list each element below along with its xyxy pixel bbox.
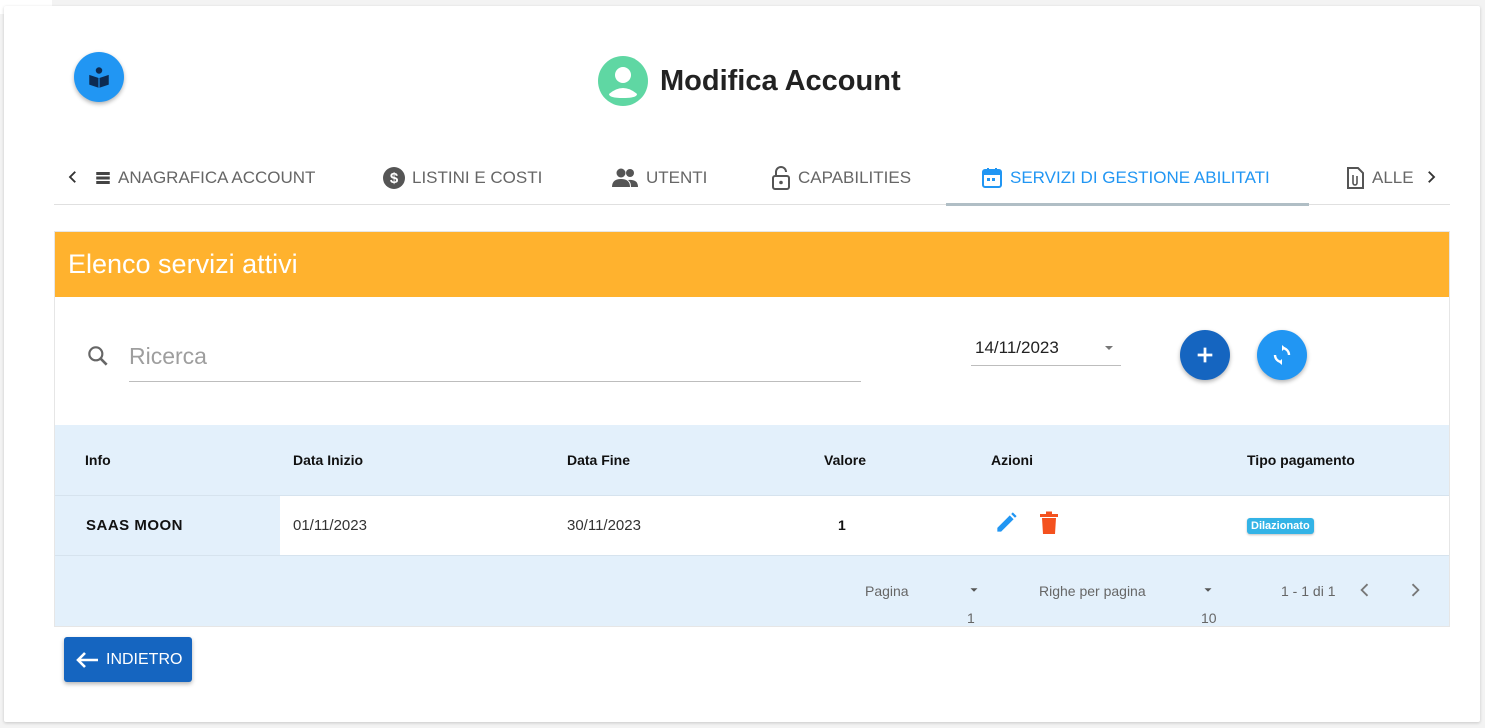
back-button[interactable]: INDIETRO [64, 637, 193, 682]
dropdown-arrow-icon [1105, 345, 1113, 350]
chevron-left-icon [68, 171, 76, 183]
cell-info: SAAS MOON [55, 495, 280, 555]
dropdown-arrow-icon [970, 588, 978, 592]
next-page-button[interactable] [1405, 580, 1425, 603]
cell-data-fine: 30/11/2023 [567, 516, 641, 534]
tab-scroll-right-button[interactable] [1418, 164, 1444, 190]
services-panel: Elenco servizi attivi 14/11/2023 [54, 231, 1450, 627]
column-header-tipo-pagamento[interactable]: Tipo pagamento [1232, 425, 1449, 495]
dollar-circle-icon: $ [383, 166, 405, 189]
tab-scroll-left-button[interactable] [60, 164, 86, 190]
date-select[interactable]: 14/11/2023 [971, 330, 1121, 366]
page-value: 1 [967, 610, 975, 626]
page-label: Pagina [865, 583, 909, 599]
edit-pencil-icon[interactable] [993, 510, 1019, 536]
section-title: Elenco servizi attivi [68, 249, 298, 279]
list-icon [96, 171, 110, 184]
arrow-left-icon [76, 651, 98, 668]
attachment-file-icon [1347, 166, 1364, 189]
table-pagination: Pagina 1 Righe per pagina 10 1 - 1 di 1 [55, 556, 1449, 626]
search-input[interactable] [129, 342, 829, 370]
chevron-right-icon [1411, 583, 1420, 597]
page-title: Modifica Account [660, 64, 901, 97]
page-select[interactable]: 1 [967, 583, 981, 626]
tab-allegati[interactable]: ALLE [1344, 150, 1418, 205]
search-icon [88, 346, 108, 366]
page-header: Modifica Account [598, 56, 901, 106]
tab-listini-e-costi[interactable]: $ LISTINI E COSTI [382, 150, 542, 205]
rows-per-page-value: 10 [1201, 610, 1217, 626]
tab-label: ANAGRAFICA ACCOUNT [118, 167, 316, 187]
tab-anagrafica-account[interactable]: ANAGRAFICA ACCOUNT [94, 150, 315, 205]
chevron-right-icon [1428, 171, 1436, 183]
column-header-data-fine[interactable]: Data Fine [554, 425, 810, 495]
book-reader-icon [89, 67, 109, 88]
tab-servizi-di-gestione-abilitati[interactable]: SERVIZI DI GESTIONE ABILITATI [980, 150, 1270, 205]
tab-label: CAPABILITIES [798, 167, 912, 187]
delete-trash-icon[interactable] [1037, 510, 1061, 536]
svg-text:$: $ [390, 170, 399, 187]
user-avatar-icon [598, 56, 648, 106]
tab-label: ALLE [1372, 167, 1414, 187]
tab-label: SERVIZI DI GESTIONE ABILITATI [1010, 167, 1270, 187]
back-button-label: INDIETRO [106, 650, 183, 668]
cell-valore: 1 [838, 517, 846, 533]
tab-utenti[interactable]: UTENTI [610, 150, 707, 205]
search-bar [85, 330, 861, 382]
rows-per-page-select[interactable]: 10 [1201, 583, 1217, 626]
chevron-left-icon [1360, 583, 1369, 597]
services-table: Info Data Inizio Data Fine Valore Azioni… [55, 425, 1449, 556]
previous-page-button[interactable] [1355, 580, 1375, 603]
payment-type-badge: Dilazionato [1247, 518, 1314, 534]
tab-label: LISTINI E COSTI [412, 167, 543, 187]
calendar-icon [982, 167, 1002, 188]
date-value: 14/11/2023 [975, 337, 1059, 357]
pagination-range: 1 - 1 di 1 [1281, 583, 1336, 599]
cell-azioni [980, 495, 1232, 555]
dropdown-arrow-icon [1204, 588, 1212, 592]
refresh-icon [1273, 345, 1291, 365]
search-underline [129, 381, 861, 382]
active-tab-indicator [946, 203, 1309, 206]
cell-data-inizio: 01/11/2023 [293, 516, 367, 534]
column-header-info[interactable]: Info [55, 425, 280, 495]
tab-bar: ANAGRAFICA ACCOUNT $ LISTINI E COSTI UTE… [54, 150, 1450, 206]
add-service-button[interactable] [1180, 330, 1230, 380]
table-row[interactable]: SAAS MOON 01/11/2023 30/11/2023 1 Dilazi… [55, 495, 1449, 555]
cell-tipo-pagamento: Dilazionato [1232, 495, 1449, 555]
people-icon [612, 168, 638, 187]
tab-label: UTENTI [646, 167, 708, 187]
lock-open-icon [772, 165, 790, 190]
main-card: Modifica Account ANAGRAFICA ACCOUNT $ LI… [4, 6, 1480, 722]
refresh-button[interactable] [1257, 330, 1307, 380]
rows-per-page-label: Righe per pagina [1039, 583, 1146, 599]
column-header-data-inizio[interactable]: Data Inizio [280, 425, 554, 495]
app-logo-button[interactable] [74, 52, 124, 102]
column-header-azioni: Azioni [991, 451, 1033, 468]
plus-icon [1197, 347, 1213, 363]
section-banner: Elenco servizi attivi [55, 232, 1449, 297]
tab-capabilities[interactable]: CAPABILITIES [770, 150, 911, 205]
column-header-valore[interactable]: Valore [810, 425, 980, 495]
table-header-row: Info Data Inizio Data Fine Valore Azioni… [55, 425, 1449, 495]
